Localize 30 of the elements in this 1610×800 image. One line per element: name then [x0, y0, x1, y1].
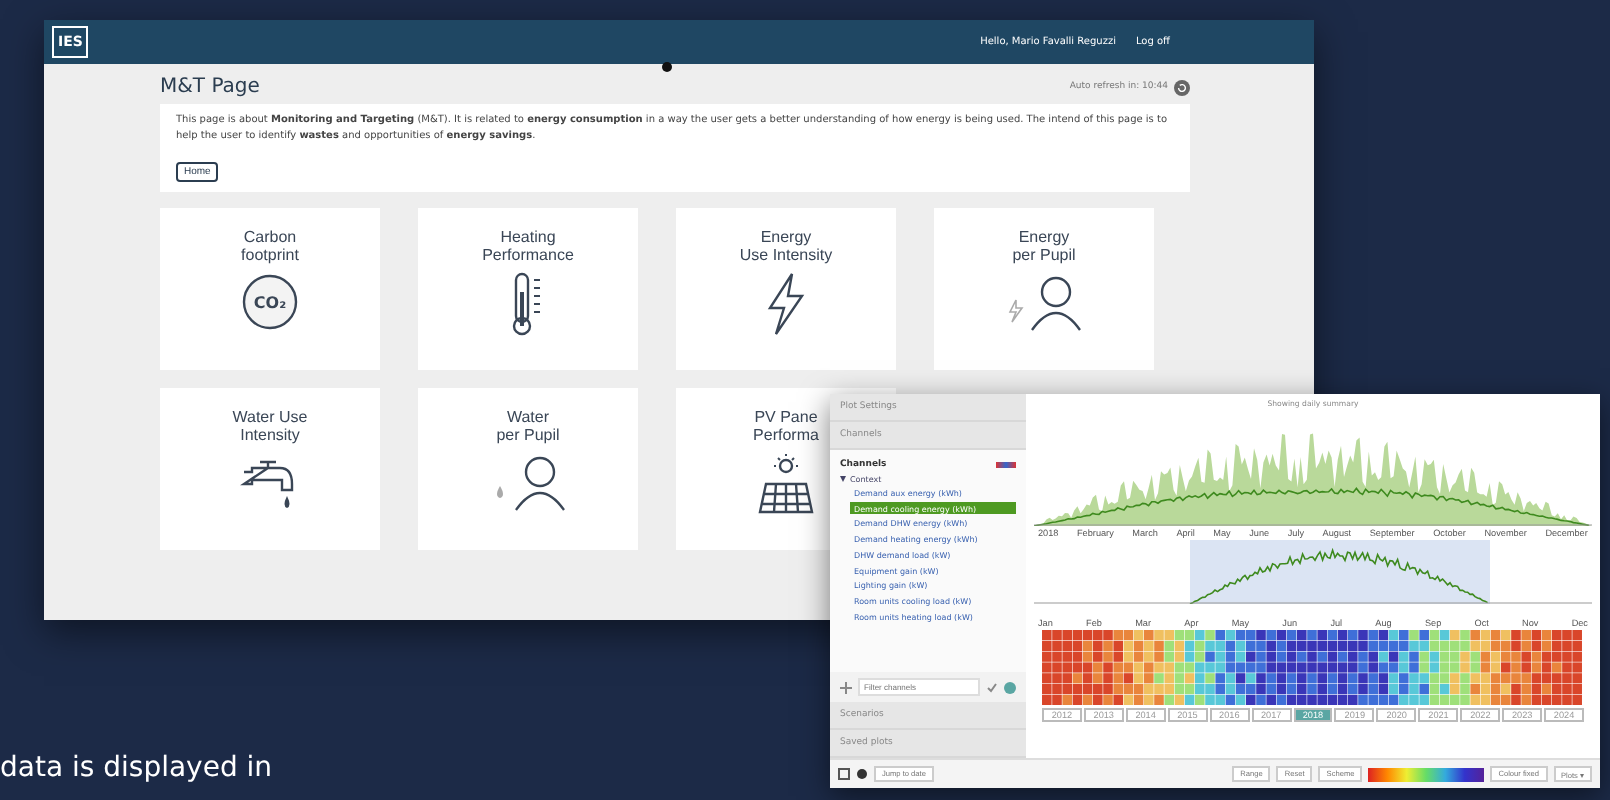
- card-title: Water per Pupil: [496, 408, 560, 445]
- cursor-dot: [662, 62, 672, 72]
- card-title: Energy per Pupil: [1012, 228, 1076, 265]
- kpi-card[interactable]: Water Use Intensity: [160, 388, 380, 550]
- card-title: PV Pane Performa: [753, 408, 819, 445]
- kpi-card[interactable]: Heating Performance: [418, 208, 638, 370]
- co2-circle-icon: CO₂: [240, 272, 300, 333]
- person-bolt-icon: [1004, 272, 1084, 333]
- kpi-card[interactable]: Energy Use Intensity: [676, 208, 896, 370]
- card-title: Carbon footprint: [241, 228, 299, 265]
- range-navigator-chart[interactable]: [1034, 540, 1592, 604]
- lightning-bolt-icon: [764, 272, 808, 337]
- kpi-card[interactable]: Energy per Pupil: [934, 208, 1154, 370]
- card-title: Energy Use Intensity: [739, 228, 833, 265]
- check-icon[interactable]: [986, 681, 998, 693]
- colour-scale: [1368, 767, 1485, 781]
- refresh-icon[interactable]: [1174, 79, 1190, 95]
- dot-icon[interactable]: [856, 768, 868, 780]
- kpi-card[interactable]: Water per Pupil: [418, 388, 638, 550]
- caption-text: data is displayed in: [0, 752, 273, 784]
- panel-icon[interactable]: [838, 768, 850, 780]
- kpi-card[interactable]: Carbon footprint CO₂: [160, 208, 380, 370]
- colour-swatch[interactable]: [996, 462, 1016, 468]
- solar-panel-icon: [754, 452, 818, 517]
- page-title: M&T Page: [160, 76, 260, 98]
- card-title: Water Use Intensity: [232, 408, 308, 445]
- add-icon[interactable]: [840, 681, 852, 693]
- info-icon[interactable]: [1004, 681, 1016, 693]
- caret-icon[interactable]: [840, 475, 846, 482]
- card-title: Heating Performance: [482, 228, 574, 265]
